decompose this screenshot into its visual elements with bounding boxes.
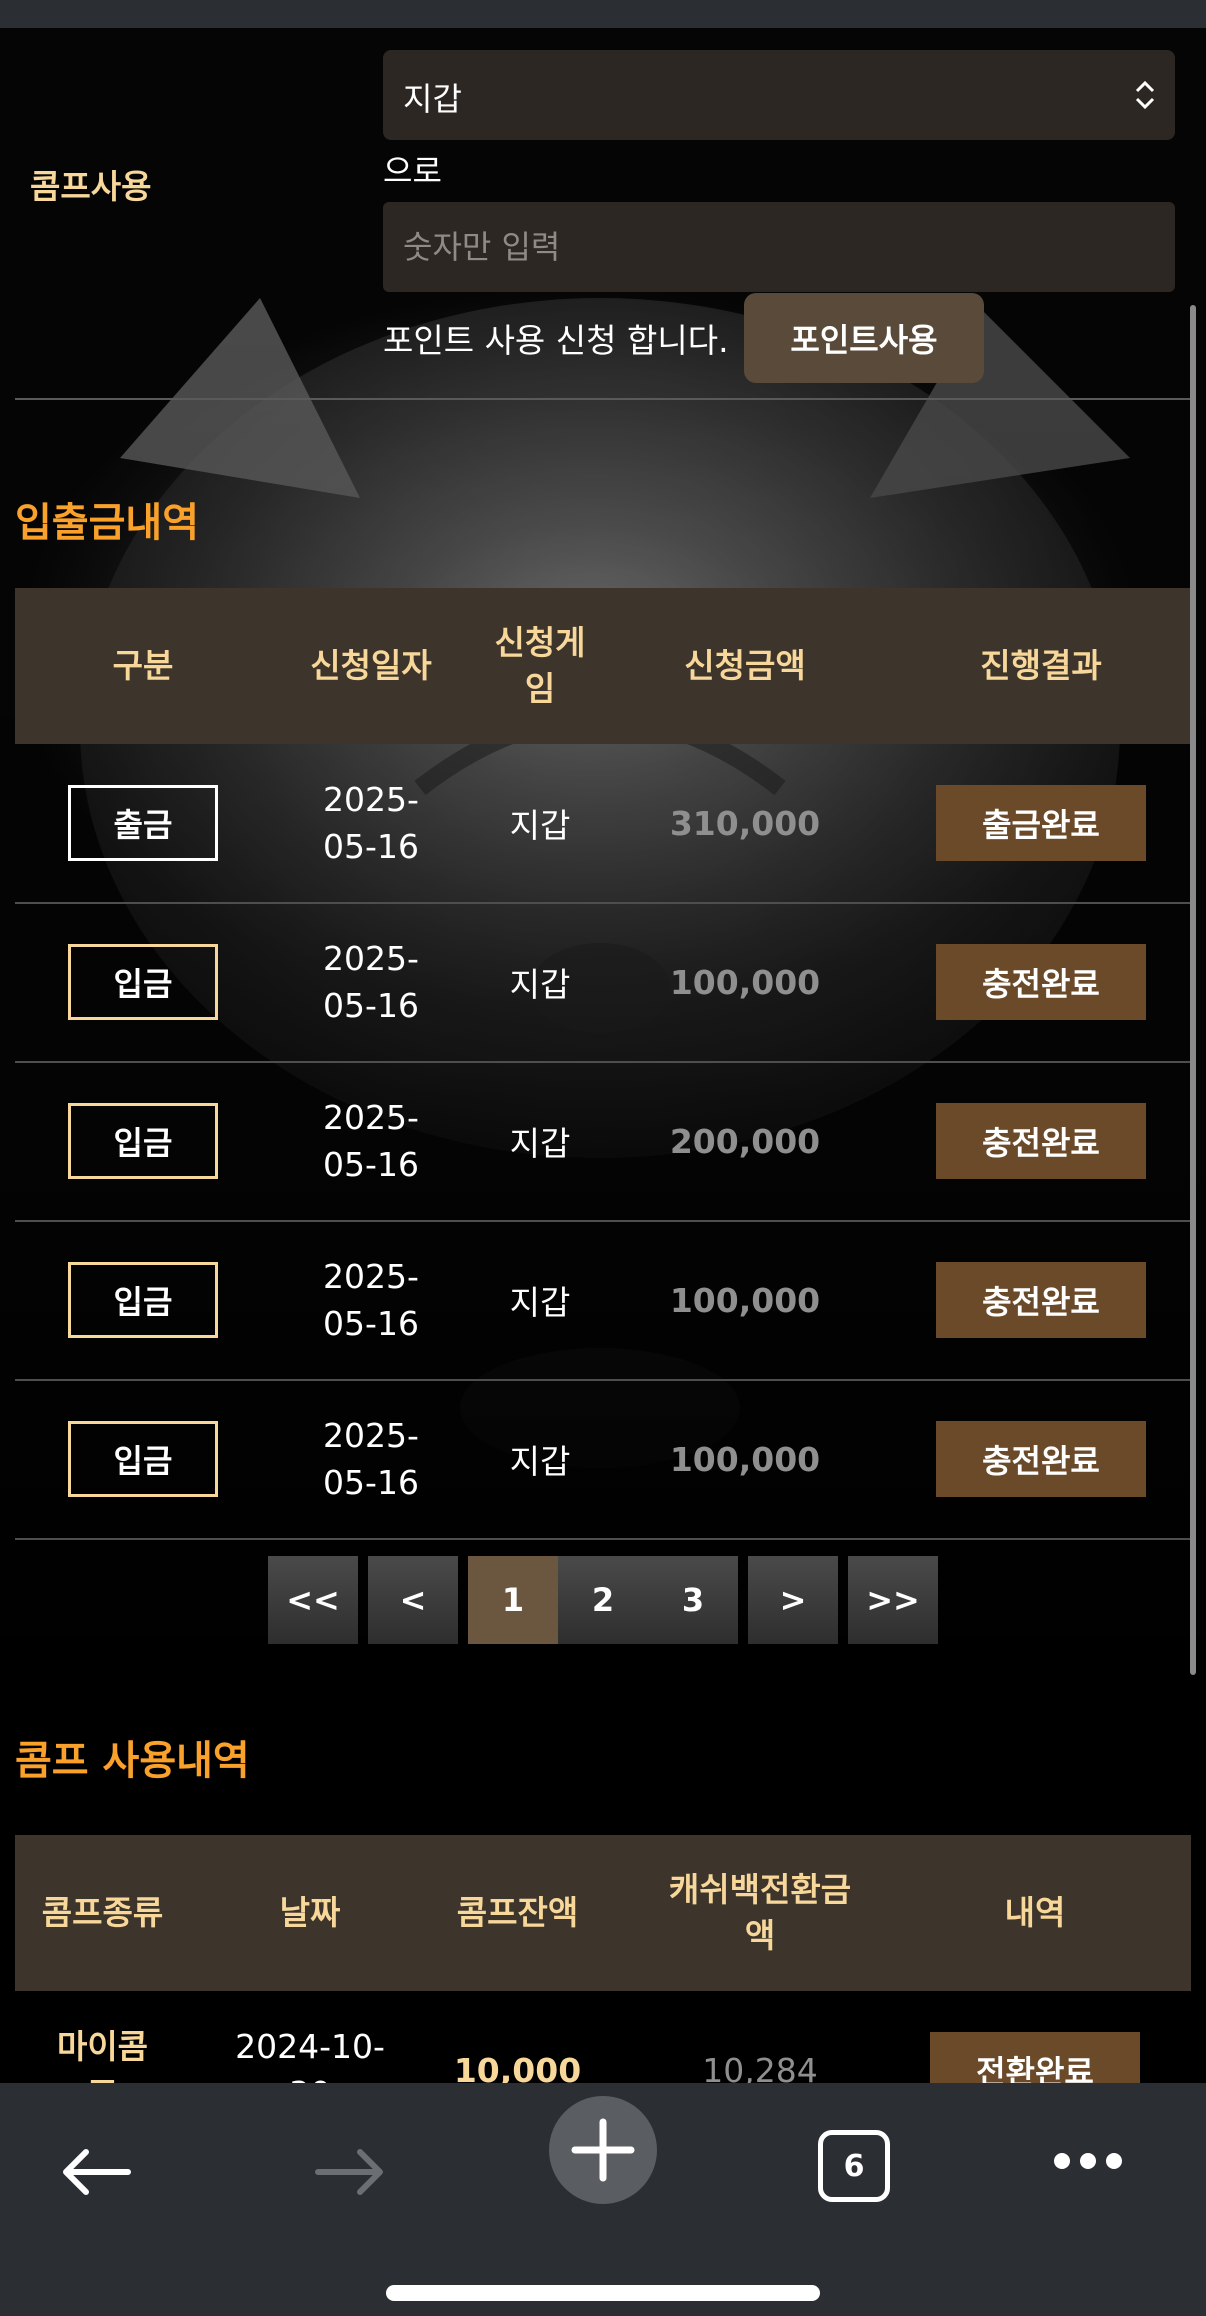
status-badge: 충전완료 bbox=[936, 944, 1146, 1020]
table-row: 입금 2025-05-16 지갑 100,000 충전완료 bbox=[15, 1380, 1191, 1540]
point-use-button[interactable]: 포인트사용 bbox=[744, 293, 984, 383]
amount-cell: 100,000 bbox=[669, 962, 821, 1002]
divider bbox=[15, 398, 1191, 400]
header-game: 신청게임 bbox=[494, 623, 586, 708]
type-badge: 입금 bbox=[68, 1262, 218, 1338]
status-badge: 충전완료 bbox=[936, 1262, 1146, 1338]
amount-cell: 200,000 bbox=[669, 1121, 821, 1161]
table-row: 입금 2025-05-16 지갑 100,000 충전완료 bbox=[15, 1221, 1191, 1381]
back-arrow-icon[interactable] bbox=[58, 2146, 134, 2198]
status-badge: 출금완료 bbox=[936, 785, 1146, 861]
header-balance: 콤프잔액 bbox=[456, 1893, 579, 1932]
header-date: 날짜 bbox=[279, 1893, 341, 1932]
header-comp-type: 콤프종류 bbox=[41, 1893, 164, 1932]
date-cell: 2025-05-16 bbox=[323, 1098, 419, 1184]
type-badge: 입금 bbox=[68, 944, 218, 1020]
table-row: 입금 2025-05-16 지갑 100,000 충전완료 bbox=[15, 903, 1191, 1063]
table-row: 출금 2025-05-16 지갑 310,000 출금완료 bbox=[15, 744, 1191, 904]
history-title: 입출금내역 bbox=[15, 500, 199, 546]
amount-cell: 310,000 bbox=[669, 803, 821, 843]
date-cell: 2025-05-16 bbox=[323, 939, 419, 1025]
amount-input[interactable] bbox=[383, 202, 1175, 292]
more-dots-icon[interactable] bbox=[1052, 2151, 1124, 2171]
wallet-select-value: 지갑 bbox=[403, 80, 462, 118]
header-type: 구분 bbox=[112, 646, 174, 685]
header-date: 신청일자 bbox=[310, 646, 432, 685]
date-cell: 2025-05-16 bbox=[323, 1257, 419, 1343]
amount-cell: 100,000 bbox=[669, 1280, 821, 1320]
pagination: << < 1 2 3 > >> bbox=[0, 1556, 1206, 1644]
status-bar bbox=[0, 0, 1206, 28]
home-indicator[interactable] bbox=[386, 2285, 820, 2301]
header-cashback: 캐쉬백전환금액 bbox=[668, 1870, 852, 1955]
updown-chevron-icon bbox=[1135, 80, 1155, 110]
game-cell: 지갑 bbox=[509, 1442, 571, 1481]
forward-arrow-icon[interactable] bbox=[312, 2146, 388, 2198]
next-page-button[interactable]: > bbox=[748, 1556, 838, 1644]
status-badge: 충전완료 bbox=[936, 1421, 1146, 1497]
page-button-3[interactable]: 3 bbox=[648, 1556, 738, 1644]
prev-page-button[interactable]: < bbox=[368, 1556, 458, 1644]
last-page-button[interactable]: >> bbox=[848, 1556, 938, 1644]
page-button-1[interactable]: 1 bbox=[468, 1556, 558, 1644]
header-amount: 신청금액 bbox=[684, 646, 806, 685]
new-tab-plus-icon[interactable] bbox=[548, 2095, 658, 2205]
comp-use-label: 콤프사용 bbox=[30, 167, 152, 206]
scrollbar[interactable] bbox=[1190, 305, 1196, 1675]
apply-text: 포인트 사용 신청 합니다. bbox=[383, 321, 729, 360]
history-table-header: 구분 신청일자 신청게임 신청금액 진행결과 bbox=[15, 588, 1191, 744]
date-cell: 2025-05-16 bbox=[323, 1416, 419, 1502]
content: 콤프사용 지갑 으로 포인트 사용 신청 합니다. 포인트사용 입출금내역 구분… bbox=[0, 28, 1206, 2113]
screen: 콤프사용 지갑 으로 포인트 사용 신청 합니다. 포인트사용 입출금내역 구분… bbox=[0, 0, 1206, 2316]
page-button-2[interactable]: 2 bbox=[558, 1556, 648, 1644]
game-cell: 지갑 bbox=[509, 806, 571, 845]
game-cell: 지갑 bbox=[509, 1124, 571, 1163]
table-row: 입금 2025-05-16 지갑 200,000 충전완료 bbox=[15, 1062, 1191, 1222]
type-badge: 입금 bbox=[68, 1103, 218, 1179]
comp-history-title: 콤프 사용내역 bbox=[15, 1738, 250, 1784]
browser-navbar: 6 bbox=[0, 2083, 1206, 2316]
comp-table-header: 콤프종류 날짜 콤프잔액 캐쉬백전환금액 내역 bbox=[15, 1835, 1191, 1991]
tab-count: 6 bbox=[843, 2148, 865, 2184]
type-badge: 입금 bbox=[68, 1421, 218, 1497]
to-label: 으로 bbox=[383, 152, 442, 190]
date-cell: 2025-05-16 bbox=[323, 780, 419, 866]
type-badge: 출금 bbox=[68, 785, 218, 861]
game-cell: 지갑 bbox=[509, 1283, 571, 1322]
tab-count-icon[interactable]: 6 bbox=[818, 2130, 890, 2202]
header-status: 진행결과 bbox=[980, 646, 1102, 685]
amount-cell: 100,000 bbox=[669, 1439, 821, 1479]
game-cell: 지갑 bbox=[509, 965, 571, 1004]
header-details: 내역 bbox=[1004, 1893, 1066, 1932]
first-page-button[interactable]: << bbox=[268, 1556, 358, 1644]
status-badge: 충전완료 bbox=[936, 1103, 1146, 1179]
wallet-select[interactable]: 지갑 bbox=[383, 50, 1175, 140]
